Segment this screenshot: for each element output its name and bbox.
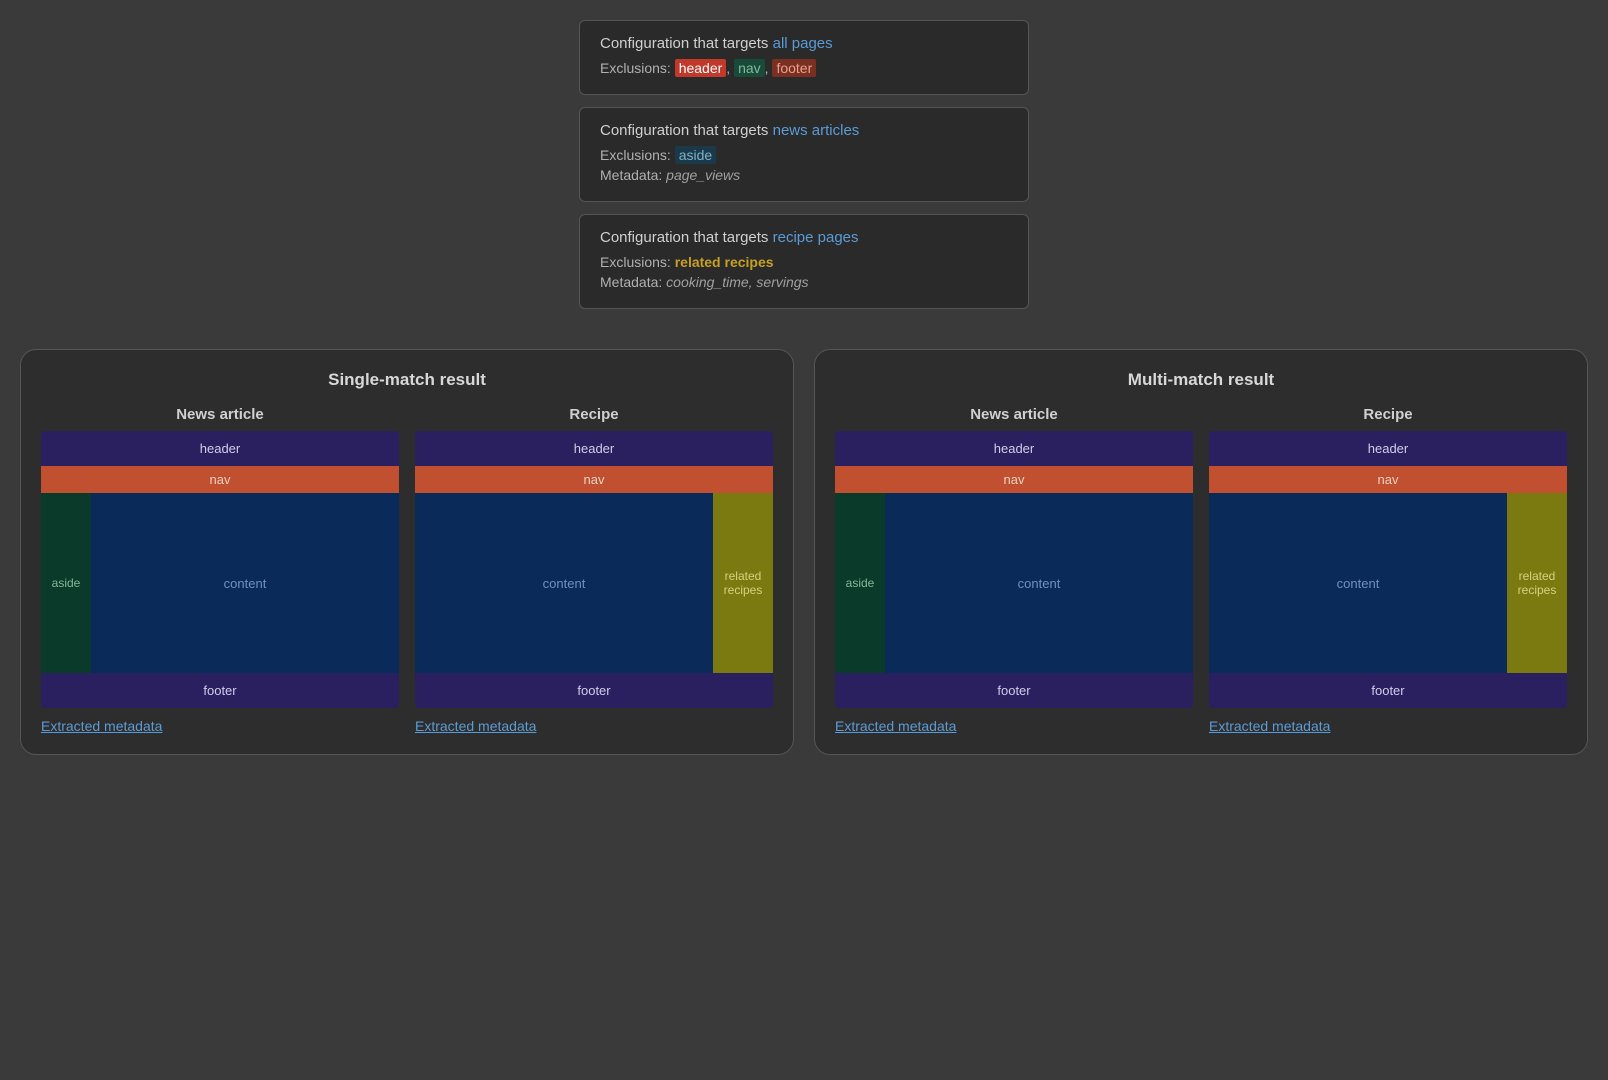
- multi-match-panel: Multi-match result News article header n…: [814, 349, 1588, 755]
- single-recipe-content: content: [415, 493, 713, 673]
- single-news-mock: header nav aside content footer: [41, 431, 399, 708]
- single-news-header: header: [41, 431, 399, 466]
- single-recipe-col: Recipe header nav content relatedrecipes…: [415, 406, 773, 734]
- config-3-target: recipe pages: [773, 229, 859, 246]
- multi-news-footer: footer: [835, 673, 1193, 708]
- metadata-label-3: Metadata:: [600, 274, 666, 290]
- config-3-exclusions: Exclusions: related recipes: [600, 254, 1008, 270]
- multi-news-mock: header nav aside content footer: [835, 431, 1193, 708]
- single-match-title: Single-match result: [41, 370, 773, 390]
- multi-recipe-col: Recipe header nav content relatedrecipes…: [1209, 406, 1567, 734]
- config-1-target: all pages: [773, 35, 833, 52]
- multi-news-nav: nav: [835, 466, 1193, 493]
- single-news-footer: footer: [41, 673, 399, 708]
- config-2-target: news articles: [773, 122, 860, 139]
- exclusions-label-3: Exclusions:: [600, 254, 675, 270]
- multi-news-col: News article header nav aside content fo…: [835, 406, 1193, 734]
- tag-header: header: [675, 59, 727, 77]
- multi-news-extracted[interactable]: Extracted metadata: [835, 718, 1193, 734]
- single-recipe-body: content relatedrecipes: [415, 493, 773, 673]
- config-1-title: Configuration that targets all pages: [600, 35, 1008, 52]
- multi-recipe-label: Recipe: [1209, 406, 1567, 423]
- multi-recipe-related: relatedrecipes: [1507, 493, 1567, 673]
- single-recipe-header: header: [415, 431, 773, 466]
- exclusions-label: Exclusions:: [600, 60, 675, 76]
- multi-recipe-content: content: [1209, 493, 1507, 673]
- single-news-col: News article header nav aside content fo…: [41, 406, 399, 734]
- config-1-exclusions: Exclusions: header, nav, footer: [600, 60, 1008, 76]
- multi-recipe-mock: header nav content relatedrecipes footer: [1209, 431, 1567, 708]
- config-2-exclusions: Exclusions: aside: [600, 147, 1008, 163]
- multi-news-header: header: [835, 431, 1193, 466]
- single-recipe-mock: header nav content relatedrecipes footer: [415, 431, 773, 708]
- single-recipe-nav: nav: [415, 466, 773, 493]
- multi-news-aside: aside: [835, 493, 885, 673]
- tag-nav: nav: [734, 59, 765, 77]
- config-3-prefix: Configuration that targets: [600, 229, 773, 246]
- config-card-2: Configuration that targets news articles…: [579, 107, 1029, 202]
- config-3-metadata: Metadata: cooking_time, servings: [600, 274, 1008, 290]
- metadata-value-3: cooking_time, servings: [666, 274, 808, 290]
- single-news-nav: nav: [41, 466, 399, 493]
- metadata-label-2: Metadata:: [600, 167, 666, 183]
- multi-news-content: content: [885, 493, 1193, 673]
- config-section: Configuration that targets all pages Exc…: [20, 20, 1588, 309]
- exclusions-label-2: Exclusions:: [600, 147, 675, 163]
- single-match-panel: Single-match result News article header …: [20, 349, 794, 755]
- single-recipe-label: Recipe: [415, 406, 773, 423]
- config-1-prefix: Configuration that targets: [600, 35, 773, 52]
- config-2-title: Configuration that targets news articles: [600, 122, 1008, 139]
- single-recipe-extracted[interactable]: Extracted metadata: [415, 718, 773, 734]
- multi-recipe-body: content relatedrecipes: [1209, 493, 1567, 673]
- multi-recipe-extracted[interactable]: Extracted metadata: [1209, 718, 1567, 734]
- tag-aside: aside: [675, 146, 716, 164]
- config-3-title: Configuration that targets recipe pages: [600, 229, 1008, 246]
- metadata-value-2: page_views: [666, 167, 740, 183]
- config-card-1: Configuration that targets all pages Exc…: [579, 20, 1029, 95]
- multi-recipe-footer: footer: [1209, 673, 1567, 708]
- multi-recipe-nav: nav: [1209, 466, 1567, 493]
- single-news-label: News article: [41, 406, 399, 423]
- config-card-3: Configuration that targets recipe pages …: [579, 214, 1029, 309]
- single-recipe-footer: footer: [415, 673, 773, 708]
- single-news-content: content: [91, 493, 399, 673]
- multi-news-body: aside content: [835, 493, 1193, 673]
- tag-footer: footer: [772, 59, 816, 77]
- multi-match-title: Multi-match result: [835, 370, 1567, 390]
- single-news-body: aside content: [41, 493, 399, 673]
- single-recipe-related: relatedrecipes: [713, 493, 773, 673]
- multi-news-label: News article: [835, 406, 1193, 423]
- results-section: Single-match result News article header …: [20, 349, 1588, 755]
- tag-related: related recipes: [675, 254, 774, 270]
- single-news-extracted[interactable]: Extracted metadata: [41, 718, 399, 734]
- multi-match-articles: News article header nav aside content fo…: [835, 406, 1567, 734]
- single-match-articles: News article header nav aside content fo…: [41, 406, 773, 734]
- config-2-metadata: Metadata: page_views: [600, 167, 1008, 183]
- config-2-prefix: Configuration that targets: [600, 122, 773, 139]
- multi-recipe-header: header: [1209, 431, 1567, 466]
- single-news-aside: aside: [41, 493, 91, 673]
